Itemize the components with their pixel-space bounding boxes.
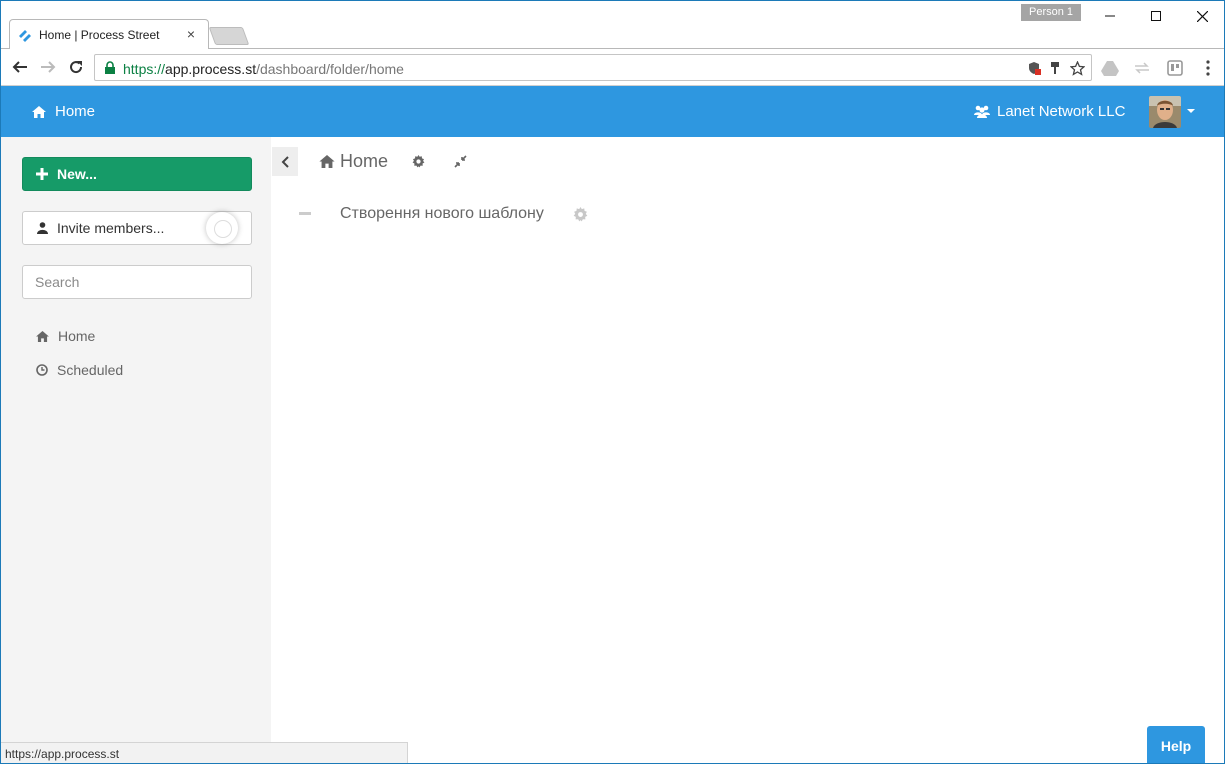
new-tab-button[interactable] bbox=[208, 27, 250, 45]
tab-strip: Home | Process Street × Person 1 bbox=[1, 1, 1224, 49]
folder-settings-button[interactable] bbox=[412, 155, 425, 173]
template-title[interactable]: Створення нового шаблону bbox=[340, 205, 544, 223]
minimize-icon bbox=[1105, 15, 1115, 17]
reload-icon bbox=[70, 61, 83, 74]
lock-icon bbox=[105, 61, 115, 74]
gear-icon bbox=[412, 155, 425, 168]
compress-view-button[interactable] bbox=[454, 155, 467, 173]
back-button[interactable] bbox=[8, 55, 32, 79]
page-title: Home bbox=[340, 151, 389, 171]
menu-kebab-icon[interactable] bbox=[1198, 58, 1218, 78]
browser-window: Home | Process Street × Person 1 https:/… bbox=[0, 0, 1225, 764]
avatar[interactable] bbox=[1149, 96, 1181, 128]
compress-icon bbox=[454, 155, 467, 168]
arrow-right-icon bbox=[41, 61, 56, 73]
user-photo-icon bbox=[1149, 96, 1181, 128]
collapse-sidebar-button[interactable] bbox=[272, 147, 298, 176]
home-icon bbox=[36, 330, 49, 342]
chevron-down-icon[interactable] bbox=[1187, 109, 1195, 113]
clock-icon bbox=[36, 364, 48, 376]
process-street-logo-icon bbox=[19, 30, 31, 42]
key-icon[interactable] bbox=[1046, 59, 1064, 77]
template-settings-button[interactable] bbox=[573, 207, 588, 227]
trello-extension-icon[interactable] bbox=[1165, 58, 1185, 78]
header-home-label: Home bbox=[55, 103, 96, 120]
browser-toolbar: https://app.process.st/dashboard/folder/… bbox=[1, 49, 1224, 86]
address-bar[interactable]: https://app.process.st/dashboard/folder/… bbox=[94, 54, 1092, 81]
sidebar-item-scheduled[interactable]: Scheduled bbox=[36, 362, 123, 378]
maximize-icon bbox=[1151, 11, 1161, 21]
search-input[interactable] bbox=[22, 265, 252, 299]
template-drag-handle[interactable] bbox=[299, 212, 311, 215]
minimize-button[interactable] bbox=[1087, 1, 1133, 31]
close-icon bbox=[1196, 10, 1208, 22]
shield-blocked-icon[interactable] bbox=[1025, 59, 1043, 77]
sidebar-item-label: Home bbox=[58, 328, 96, 344]
sidebar: New... Invite members... Home Scheduled bbox=[1, 137, 271, 763]
status-bar-url: https://app.process.st bbox=[1, 742, 408, 763]
reload-button[interactable] bbox=[64, 55, 88, 79]
sidebar-item-home[interactable]: Home bbox=[36, 328, 95, 344]
tab-title: Home | Process Street bbox=[39, 28, 160, 42]
breadcrumb: Home bbox=[319, 151, 388, 172]
forward-button[interactable] bbox=[36, 55, 60, 79]
bookmark-star-icon[interactable] bbox=[1068, 59, 1086, 77]
plus-icon bbox=[36, 168, 48, 180]
profile-badge[interactable]: Person 1 bbox=[1021, 4, 1081, 21]
chevron-left-icon bbox=[281, 155, 289, 168]
organization-switcher[interactable]: Lanet Network LLC bbox=[974, 103, 1125, 120]
url-text: https://app.process.st/dashboard/folder/… bbox=[123, 61, 404, 77]
app-header: Home Lanet Network LLC bbox=[1, 86, 1224, 137]
home-icon bbox=[319, 155, 335, 168]
help-button[interactable]: Help bbox=[1147, 726, 1205, 763]
tab-close-icon[interactable]: × bbox=[184, 27, 198, 41]
gear-icon bbox=[573, 207, 588, 222]
user-icon bbox=[37, 222, 48, 234]
organization-name: Lanet Network LLC bbox=[997, 103, 1126, 120]
sync-extension-icon[interactable] bbox=[1132, 58, 1152, 78]
arrow-left-icon bbox=[12, 61, 27, 73]
drive-extension-icon[interactable] bbox=[1100, 58, 1120, 78]
users-icon bbox=[974, 105, 990, 118]
header-home-link[interactable]: Home bbox=[32, 103, 95, 120]
sidebar-item-label: Scheduled bbox=[57, 362, 124, 378]
home-icon bbox=[32, 105, 46, 118]
close-window-button[interactable] bbox=[1179, 1, 1224, 31]
maximize-button[interactable] bbox=[1133, 1, 1179, 31]
new-button[interactable]: New... bbox=[22, 157, 252, 191]
invite-members-label: Invite members... bbox=[57, 220, 165, 236]
loading-spinner bbox=[206, 212, 238, 244]
new-button-label: New... bbox=[57, 166, 97, 182]
